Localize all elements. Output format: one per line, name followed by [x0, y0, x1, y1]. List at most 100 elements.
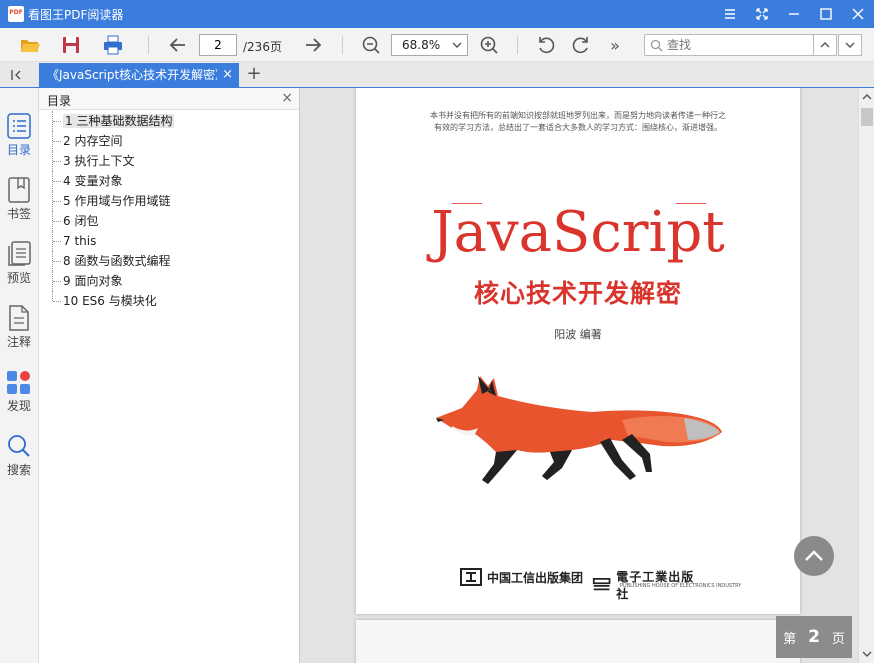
rail-item-annotation[interactable]: 注释: [0, 298, 38, 354]
vertical-scrollbar[interactable]: [858, 88, 874, 663]
toc-item[interactable]: 9 面向对象: [39, 271, 299, 291]
rail-item-search[interactable]: 搜索: [0, 426, 38, 482]
arrow-right-icon: [306, 38, 322, 52]
search-box[interactable]: [644, 34, 814, 56]
cover-author: 阳波 编著: [554, 328, 602, 341]
rail-item-bookmark[interactable]: 书签: [0, 170, 38, 226]
toolbar-separator: [148, 36, 149, 54]
rotate-left-button[interactable]: [533, 32, 559, 58]
toc-item[interactable]: 1 三种基础数据结构: [39, 111, 299, 131]
toc-title: 目录: [47, 94, 72, 108]
close-icon: [852, 8, 864, 20]
rail-label-bookmark: 书签: [6, 207, 31, 221]
toc-item-label: 2 内存空间: [63, 134, 123, 148]
printer-icon: [104, 35, 122, 55]
cover-intro: 本书并没有把所有的前端知识按部就班地罗列出来，而是努力地向读者传递一种行之 有效…: [406, 110, 750, 134]
new-tab-button[interactable]: +: [245, 65, 263, 83]
document-tab-title: 《JavaScript核心技术开发解密》: [47, 68, 217, 82]
previous-page-button[interactable]: [165, 32, 191, 58]
cover-intro-line: 有效的学习方法，总结出了一套适合大多数人的学习方式：围绕核心，渐进增强。: [434, 123, 722, 132]
page-indicator-suffix: 页: [831, 631, 845, 647]
close-window-button[interactable]: [842, 0, 874, 28]
toc-header: 目录 ×: [39, 88, 299, 110]
toc-item[interactable]: 4 变量对象: [39, 171, 299, 191]
chevron-down-icon: [845, 42, 855, 48]
preview-icon: [8, 241, 31, 266]
print-button[interactable]: [100, 32, 126, 58]
scroll-up-button[interactable]: [859, 89, 874, 105]
zoom-in-icon: [480, 36, 498, 54]
rail-item-preview[interactable]: 预览: [0, 234, 38, 290]
bookmark-icon: [8, 177, 30, 203]
zoom-out-button[interactable]: [358, 32, 384, 58]
toc-item-label: 1 三种基础数据结构: [63, 114, 175, 128]
rail-item-discover[interactable]: 发现: [0, 362, 38, 418]
zoom-value: 68.8%: [402, 38, 441, 52]
toc-icon: [7, 113, 31, 139]
toc-item-label: 9 面向对象: [63, 274, 123, 288]
zoom-in-button[interactable]: [476, 32, 502, 58]
pdf-page: 本书并没有把所有的前端知识按部就班地罗列出来，而是努力地向读者传递一种行之 有效…: [356, 88, 800, 614]
fullscreen-button[interactable]: [746, 0, 778, 28]
toc-item[interactable]: 8 函数与函数式编程: [39, 251, 299, 271]
toc-item[interactable]: 2 内存空间: [39, 131, 299, 151]
more-tools-button[interactable]: »: [602, 32, 628, 58]
tab-close-icon[interactable]: ×: [222, 63, 233, 87]
next-page-button[interactable]: [300, 32, 326, 58]
toc-item-label: 3 执行上下文: [63, 154, 135, 168]
zoom-out-icon: [362, 36, 380, 54]
publisher-1-name: 中国工信出版集团: [487, 570, 584, 585]
app-logo-icon: [8, 6, 24, 22]
rail-item-toc[interactable]: 目录: [0, 106, 38, 162]
toolbar: /236页 68.8% »: [0, 28, 874, 62]
toc-item-label: 5 作用域与作用域链: [63, 194, 171, 208]
rotate-right-icon: [572, 37, 588, 54]
menu-icon: [725, 9, 735, 19]
toc-item[interactable]: 5 作用域与作用域链: [39, 191, 299, 211]
zoom-select[interactable]: 68.8%: [391, 34, 468, 56]
rail-label-search: 搜索: [6, 463, 31, 477]
document-viewer[interactable]: 本书并没有把所有的前端知识按部就班地罗列出来，而是努力地向读者传递一种行之 有效…: [300, 88, 858, 663]
toc-close-icon[interactable]: ×: [281, 90, 293, 106]
chevron-up-icon: [820, 42, 830, 48]
fox-illustration: [436, 376, 722, 484]
toc-item[interactable]: 10 ES6 与模块化: [39, 291, 299, 311]
toc-item[interactable]: 3 执行上下文: [39, 151, 299, 171]
toc-item-label: 7 this: [63, 234, 97, 248]
collapse-sidebar-button[interactable]: [8, 67, 28, 83]
search-input[interactable]: [667, 37, 807, 53]
scrollbar-thumb[interactable]: [861, 108, 873, 126]
window-title: 看图王PDF阅读器: [28, 7, 124, 22]
toc-item[interactable]: 7 this: [39, 231, 299, 251]
page-number-input[interactable]: [199, 34, 237, 56]
rail-label-annotation: 注释: [6, 335, 31, 349]
maximize-button[interactable]: [810, 0, 842, 28]
fullscreen-icon: [756, 8, 768, 20]
rail-label-toc: 目录: [6, 143, 31, 157]
collapse-left-icon: [11, 70, 21, 80]
publisher-1-logo-icon: [460, 568, 482, 586]
document-tab[interactable]: 《JavaScript核心技术开发解密》 ×: [39, 63, 239, 88]
page-indicator-prefix: 第: [783, 631, 797, 647]
minimize-button[interactable]: [778, 0, 810, 28]
chevron-up-icon: [805, 550, 823, 561]
toolbar-separator: [517, 36, 518, 54]
toc-item[interactable]: 6 闭包: [39, 211, 299, 231]
cover-intro-line: 本书并没有把所有的前端知识按部就班地罗列出来，而是努力地向读者传递一种行之: [430, 111, 726, 120]
triangle-down-icon: [862, 651, 872, 657]
search-next-button[interactable]: [838, 34, 862, 56]
title-bar: 看图王PDF阅读器: [0, 0, 874, 28]
rail-label-preview: 预览: [6, 271, 31, 285]
scroll-to-top-button[interactable]: [794, 536, 834, 576]
save-icon: [63, 37, 79, 53]
open-file-button[interactable]: [17, 32, 43, 58]
publisher-logos: 中国工信出版集团 電子工業出版社 PUBLISHING HOUSE OF ELE…: [456, 568, 741, 601]
rotate-right-button[interactable]: [568, 32, 594, 58]
menu-button[interactable]: [714, 0, 746, 28]
publisher-2-logo-icon: [592, 577, 611, 591]
triangle-up-icon: [862, 94, 872, 100]
toolbar-separator: [342, 36, 343, 54]
search-previous-button[interactable]: [813, 34, 837, 56]
scroll-down-button[interactable]: [859, 646, 874, 662]
save-button[interactable]: [58, 32, 84, 58]
